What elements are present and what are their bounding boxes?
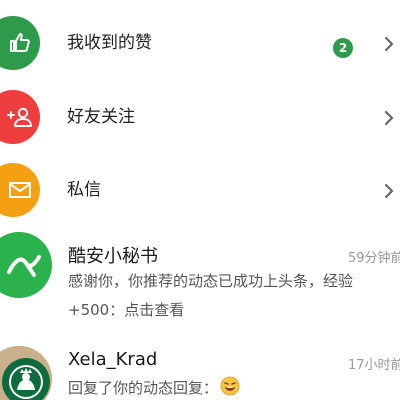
- conversation-time: 59分钟前: [348, 251, 400, 266]
- menu-item-messages[interactable]: 私信: [0, 153, 400, 227]
- menu-item-messages-label: 私信: [67, 180, 101, 200]
- likes-count-badge: 2: [333, 38, 353, 58]
- menu-item-likes[interactable]: 我收到的赞 2: [0, 6, 400, 80]
- conversation-time: 17小时前: [348, 358, 400, 373]
- follows-icon-circle: [0, 90, 40, 144]
- add-friend-icon: [7, 107, 32, 127]
- conversation-message: 感谢你，你推荐的动态已成功上头条，经验 +500：点击查看: [68, 267, 368, 325]
- conversation-item-xela-krad[interactable]: Xela_Krad 17小时前 回复了你的动态回复：: [0, 346, 400, 400]
- mail-icon: [9, 182, 31, 198]
- chevron-right-icon: [384, 36, 394, 52]
- coolapk-logo-icon: [7, 255, 41, 277]
- chevron-right-icon: [384, 183, 394, 199]
- chevron-right-icon: [384, 110, 394, 126]
- likes-icon-circle: [0, 16, 40, 70]
- conversation-message: 回复了你的动态回复：: [68, 374, 368, 400]
- conversation-name: 酷安小秘书: [68, 246, 158, 267]
- conversation-message-line: 感谢你，你推荐的动态已成功上头条，经验: [68, 272, 354, 290]
- avatar: [0, 232, 52, 298]
- menu-item-follows-label: 好友关注: [67, 107, 135, 127]
- conversation-message-text: 回复了你的动态回复：: [68, 379, 219, 397]
- menu-item-likes-label: 我收到的赞: [67, 33, 152, 53]
- starbucks-avatar: [0, 346, 52, 400]
- notifications-screen: 我收到的赞 2 好友关注 私信 酷安小秘书 59分钟前 感谢你，你推荐的动态已成…: [0, 0, 400, 400]
- thumbs-up-icon: [10, 33, 30, 52]
- avatar: [0, 346, 52, 400]
- menu-item-follows[interactable]: 好友关注: [0, 80, 400, 154]
- conversation-name: Xela_Krad: [68, 349, 158, 370]
- grinning-emoji-icon: [220, 376, 240, 396]
- messages-icon-circle: [0, 163, 40, 217]
- conversation-message-line: +500：点击查看: [68, 301, 185, 319]
- conversation-item-coolapk-assistant[interactable]: 酷安小秘书 59分钟前 感谢你，你推荐的动态已成功上头条，经验 +500：点击查…: [0, 232, 400, 328]
